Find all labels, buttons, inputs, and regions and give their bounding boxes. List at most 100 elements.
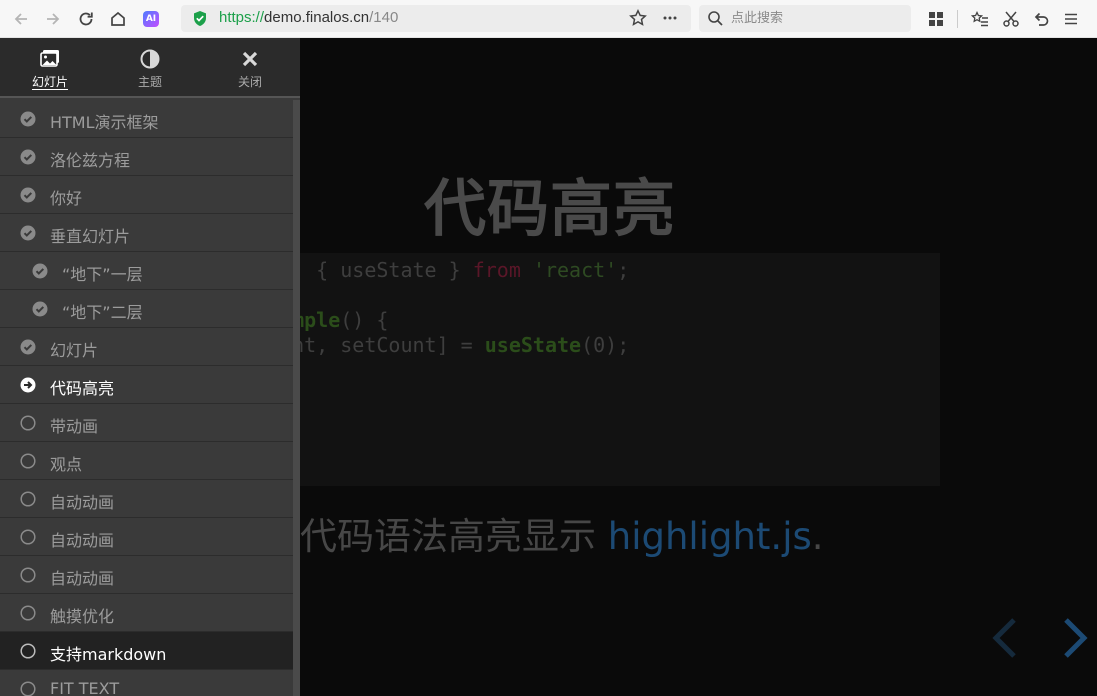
status-icon — [20, 415, 36, 431]
status-icon — [20, 149, 36, 165]
code-line: ct, { useState } from 'react'; — [268, 258, 629, 282]
status-icon — [20, 377, 36, 393]
check-circle-icon — [20, 225, 36, 241]
code-block: ct, { useState } from 'react'; xample() … — [268, 253, 940, 486]
status-icon — [20, 453, 36, 469]
search-bar[interactable] — [699, 5, 911, 32]
tab-label: 幻灯片 — [31, 75, 68, 89]
nav-prev-icon[interactable] — [990, 616, 1020, 660]
search-input[interactable] — [731, 8, 901, 29]
screenshot-button[interactable] — [999, 7, 1023, 31]
status-icon — [20, 339, 36, 355]
menu-item[interactable]: 自动动画 — [0, 518, 293, 556]
menu-item[interactable]: 支持markdown — [0, 632, 293, 670]
menu-item-label: “地下”二层 — [62, 303, 143, 322]
menu-item-label: FIT TEXT — [50, 679, 120, 696]
menu-item[interactable]: 自动动画 — [0, 480, 293, 518]
code-token: 'react' — [532, 258, 618, 282]
menu-item[interactable]: 你好 — [0, 176, 293, 214]
menu-item-label: 代码高亮 — [50, 379, 115, 398]
close-icon — [242, 51, 258, 67]
subtitle-period: . — [811, 515, 824, 558]
arrow-circle-icon — [20, 377, 36, 393]
ai-icon: AI — [143, 11, 159, 27]
undo-button[interactable] — [1029, 7, 1053, 31]
code-token: , { useState } — [292, 258, 473, 282]
status-icon — [20, 605, 36, 621]
forward-button[interactable] — [41, 7, 65, 31]
status-icon — [20, 111, 36, 127]
empty-circle-icon — [20, 681, 36, 696]
url-host: demo.finalos.cn — [264, 9, 370, 26]
tab-label: 关闭 — [237, 75, 262, 89]
check-circle-icon — [20, 149, 36, 165]
highlightjs-link[interactable]: highlight.js — [608, 515, 812, 558]
menu-item[interactable]: 触摸优化 — [0, 594, 293, 632]
empty-circle-icon — [20, 643, 36, 659]
menu-item[interactable]: 洛伦兹方程 — [0, 138, 293, 176]
code-token: ount, setCount] = — [268, 333, 485, 357]
code-token: ; — [617, 258, 630, 282]
undo-icon — [1034, 12, 1049, 26]
menu-item[interactable]: 自动动画 — [0, 556, 293, 594]
url-scheme: https:// — [219, 9, 265, 26]
more-icon[interactable] — [661, 9, 679, 27]
slide-title: 代码高亮 — [423, 172, 676, 245]
home-icon — [111, 11, 125, 26]
status-icon — [20, 529, 36, 545]
menu-item-label: 垂直幻灯片 — [50, 227, 131, 246]
check-circle-icon — [20, 111, 36, 127]
status-icon — [20, 187, 36, 203]
back-button[interactable] — [9, 7, 33, 31]
menu-item-label: 洛伦兹方程 — [50, 151, 131, 170]
menu-button[interactable] — [1059, 7, 1083, 31]
url-text: https://demo.finalos.cn/140 — [219, 9, 398, 26]
menu-item-label: 幻灯片 — [50, 341, 99, 360]
code-token: () { — [340, 308, 389, 332]
slide-subtitle: 代码语法高亮显示 highlight.js. — [300, 506, 824, 560]
menu-item[interactable]: 观点 — [0, 442, 293, 480]
shield-check-icon — [194, 11, 206, 26]
home-button[interactable] — [106, 7, 130, 31]
tab-themes[interactable]: 主题 — [100, 38, 200, 98]
favorites-icon — [971, 10, 988, 27]
slide-menu-panel: 幻灯片 主题 关闭 HTML演示框架 洛伦兹方程你好垂直幻灯片 “地下”一层 “地下”… — [0, 38, 300, 696]
scrollbar[interactable] — [293, 100, 300, 696]
status-icon — [32, 263, 48, 279]
menu-item-label: 自动动画 — [50, 569, 115, 588]
menu-item-label: 自动动画 — [50, 493, 115, 512]
menu-item[interactable]: 代码高亮 — [0, 366, 293, 404]
images-icon — [40, 50, 59, 67]
menu-item[interactable]: “地下”一层 — [0, 252, 293, 290]
reload-button[interactable] — [74, 7, 98, 31]
url-path: /140 — [369, 9, 399, 26]
menu-item[interactable]: 幻灯片 — [0, 328, 293, 366]
scissors-icon — [1003, 11, 1019, 27]
nav-next-icon[interactable] — [1060, 616, 1090, 660]
menu-item[interactable]: FIT TEXT — [0, 670, 293, 696]
menu-item[interactable]: 垂直幻灯片 — [0, 214, 293, 252]
arrow-left-icon — [14, 13, 27, 25]
menu-tabs: 幻灯片 主题 关闭 — [0, 38, 300, 98]
menu-item[interactable]: “地下”二层 — [0, 290, 293, 328]
address-bar[interactable]: https://demo.finalos.cn/140 — [181, 5, 691, 32]
star-icon[interactable] — [629, 9, 647, 27]
menu-item[interactable]: 带动画 — [0, 404, 293, 442]
tab-slides[interactable]: 幻灯片 — [0, 38, 100, 98]
status-icon — [20, 643, 36, 659]
code-token: (0); — [581, 333, 630, 357]
menu-item-label: 你好 — [50, 189, 83, 208]
empty-circle-icon — [20, 529, 36, 545]
arrow-right-icon — [47, 13, 60, 25]
favorites-button[interactable] — [968, 7, 992, 31]
menu-item-label: HTML演示框架 — [50, 113, 159, 132]
menu-item[interactable]: HTML演示框架 — [0, 100, 293, 138]
status-icon — [20, 681, 36, 696]
empty-circle-icon — [20, 453, 36, 469]
ai-button[interactable]: AI — [139, 7, 163, 31]
apps-button[interactable] — [924, 7, 948, 31]
tab-close[interactable]: 关闭 — [200, 38, 300, 98]
toolbar-divider — [957, 10, 958, 28]
browser-toolbar: AI https://demo.finalos.cn/140 — [0, 0, 1097, 38]
status-icon — [20, 567, 36, 583]
